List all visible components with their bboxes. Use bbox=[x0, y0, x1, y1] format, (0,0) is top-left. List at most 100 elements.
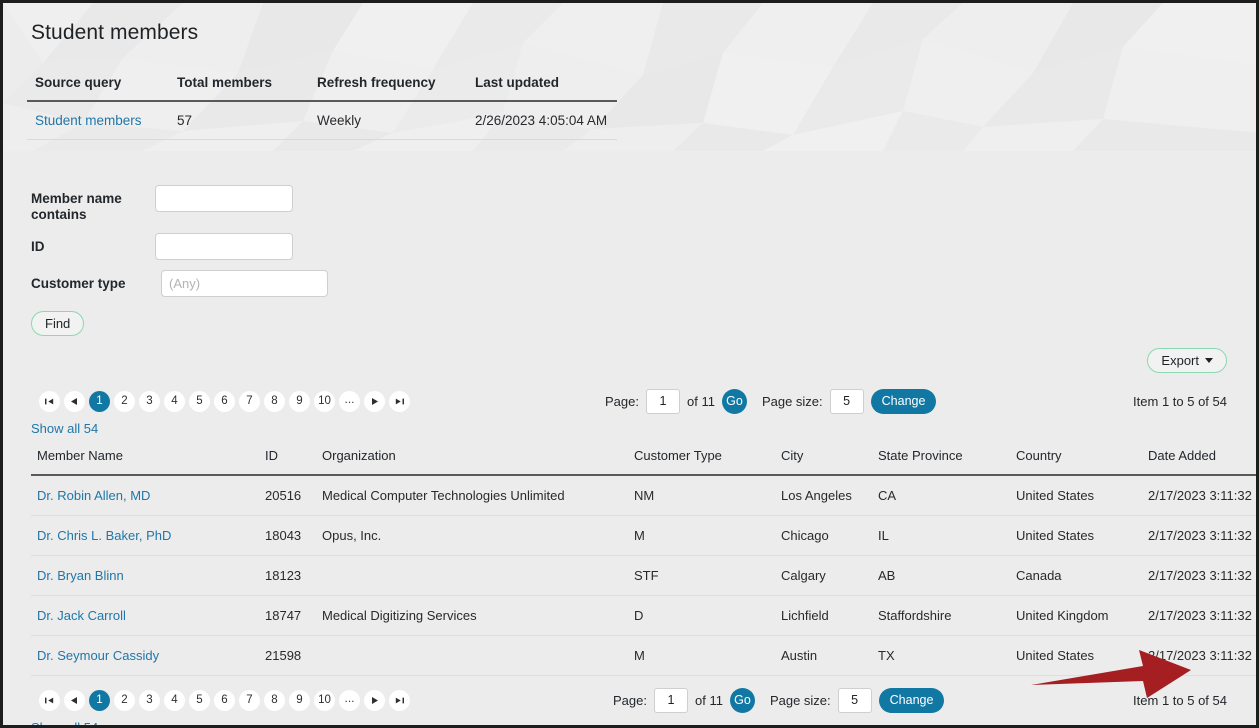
member-name-link[interactable]: Dr. Bryan Blinn bbox=[37, 568, 124, 583]
column-header-state-province[interactable]: State Province bbox=[872, 448, 1010, 476]
go-button-bottom[interactable]: Go bbox=[729, 687, 755, 713]
page-size-input[interactable] bbox=[829, 388, 864, 414]
page-title: Student members bbox=[31, 21, 199, 44]
page-button-8[interactable]: 8 bbox=[264, 390, 285, 412]
cell-country: United Kingdom bbox=[1010, 595, 1142, 636]
page-button-6[interactable]: 6 bbox=[214, 390, 235, 412]
cell-city: Calgary bbox=[775, 555, 872, 596]
summary-header-refresh-frequency: Refresh frequency bbox=[309, 71, 467, 102]
page-button-10-bottom[interactable]: 10 bbox=[314, 689, 335, 711]
source-query-link[interactable]: Student members bbox=[35, 113, 142, 128]
show-all-link-top[interactable]: Show all 54 bbox=[31, 421, 98, 436]
show-all-row-top: Show all 54 bbox=[31, 421, 1228, 436]
column-header-member-name[interactable]: Member Name bbox=[31, 448, 259, 476]
summary-header-source-query: Source query bbox=[27, 71, 169, 102]
member-name-link[interactable]: Dr. Seymour Cassidy bbox=[37, 648, 159, 663]
page-button-8-bottom[interactable]: 8 bbox=[264, 689, 285, 711]
page-button-4[interactable]: 4 bbox=[164, 390, 185, 412]
column-header-customer-type[interactable]: Customer Type bbox=[628, 448, 775, 476]
member-name-input[interactable] bbox=[155, 185, 293, 212]
go-button[interactable]: Go bbox=[721, 388, 747, 414]
column-header-city[interactable]: City bbox=[775, 448, 872, 476]
page-button-3[interactable]: 3 bbox=[139, 390, 160, 412]
show-all-row-bottom: Show all 54 bbox=[31, 720, 1228, 725]
cell-country: United States bbox=[1010, 635, 1142, 676]
page-size-input-bottom[interactable] bbox=[837, 687, 872, 713]
cell-state-province: AB bbox=[872, 555, 1010, 596]
page-number-input[interactable] bbox=[645, 388, 680, 414]
page-button-1[interactable]: 1 bbox=[89, 390, 110, 412]
first-page-icon bbox=[45, 697, 54, 703]
page-button-4-bottom[interactable]: 4 bbox=[164, 689, 185, 711]
cell-id: 20516 bbox=[259, 475, 316, 516]
next-page-button[interactable] bbox=[364, 390, 385, 412]
summary-header-row: Source query Total members Refresh frequ… bbox=[27, 71, 617, 102]
cell-city: Chicago bbox=[775, 515, 872, 556]
last-page-button-bottom[interactable] bbox=[389, 689, 410, 711]
previous-page-button[interactable] bbox=[64, 390, 85, 412]
previous-page-button-bottom[interactable] bbox=[64, 689, 85, 711]
page-button-10[interactable]: 10 bbox=[314, 390, 335, 412]
chevron-down-icon bbox=[1205, 358, 1213, 363]
summary-cell-refresh-frequency: Weekly bbox=[309, 101, 467, 140]
id-input[interactable] bbox=[155, 233, 293, 260]
cell-state-province: IL bbox=[872, 515, 1010, 556]
customer-type-input[interactable] bbox=[161, 270, 328, 297]
export-button[interactable]: Export bbox=[1147, 348, 1227, 373]
page-button-9-bottom[interactable]: 9 bbox=[289, 689, 310, 711]
table-row: Dr. Bryan Blinn 18123 STF Calgary AB Can… bbox=[31, 555, 1256, 596]
page-button-3-bottom[interactable]: 3 bbox=[139, 689, 160, 711]
page-button-7-bottom[interactable]: 7 bbox=[239, 689, 260, 711]
table-row: Dr. Robin Allen, MD 20516 Medical Comput… bbox=[31, 475, 1256, 516]
cell-country: Canada bbox=[1010, 555, 1142, 596]
cell-member-name: Dr. Robin Allen, MD bbox=[31, 475, 259, 516]
member-name-link[interactable]: Dr. Robin Allen, MD bbox=[37, 488, 150, 503]
cell-customer-type: STF bbox=[628, 555, 775, 596]
show-all-link-bottom[interactable]: Show all 54 bbox=[31, 720, 98, 725]
pager-top-controls: Page: of 11 Go Page size: Change bbox=[605, 388, 937, 414]
summary-row: Student members 57 Weekly 2/26/2023 4:05… bbox=[27, 101, 617, 140]
page-button-7[interactable]: 7 bbox=[239, 390, 260, 412]
page-total-label-bottom: of 11 bbox=[694, 692, 723, 708]
cell-member-name: Dr. Jack Carroll bbox=[31, 595, 259, 636]
table-row: Dr. Seymour Cassidy 21598 M Austin TX Un… bbox=[31, 635, 1256, 676]
cell-organization: Medical Computer Technologies Unlimited bbox=[316, 475, 628, 516]
first-page-button-bottom[interactable] bbox=[39, 689, 60, 711]
page-button-5[interactable]: 5 bbox=[189, 390, 210, 412]
next-page-icon bbox=[372, 696, 378, 704]
next-page-button-bottom[interactable] bbox=[364, 689, 385, 711]
page-button-2[interactable]: 2 bbox=[114, 390, 135, 412]
cell-date-added: 2/17/2023 3:11:32 PM bbox=[1142, 555, 1256, 596]
page-button-1-bottom[interactable]: 1 bbox=[89, 689, 110, 711]
column-header-organization[interactable]: Organization bbox=[316, 448, 628, 476]
cell-customer-type: NM bbox=[628, 475, 775, 516]
cell-date-added: 2/17/2023 3:11:32 PM bbox=[1142, 635, 1256, 676]
page-button-9[interactable]: 9 bbox=[289, 390, 310, 412]
previous-page-icon bbox=[71, 397, 77, 405]
cell-customer-type: M bbox=[628, 635, 775, 676]
last-page-button[interactable] bbox=[389, 390, 410, 412]
summary-cell-source-query: Student members bbox=[27, 101, 169, 140]
cell-id: 18043 bbox=[259, 515, 316, 556]
summary-header-last-updated: Last updated bbox=[467, 71, 617, 102]
page-button-5-bottom[interactable]: 5 bbox=[189, 689, 210, 711]
first-page-button[interactable] bbox=[39, 390, 60, 412]
cell-state-province: Staffordshire bbox=[872, 595, 1010, 636]
table-row: Dr. Jack Carroll 18747 Medical Digitizin… bbox=[31, 595, 1256, 636]
find-button[interactable]: Find bbox=[31, 311, 85, 336]
page-number-input-bottom[interactable] bbox=[653, 687, 688, 713]
pager-top: 1 2 3 4 5 6 7 8 9 10 ... Page: 1 of 11 G… bbox=[31, 386, 1228, 416]
member-name-link[interactable]: Dr. Chris L. Baker, PhD bbox=[37, 528, 171, 543]
member-name-label: Member name contains bbox=[31, 191, 122, 222]
member-name-link[interactable]: Dr. Jack Carroll bbox=[37, 608, 126, 623]
item-count-label-top: Item 1 to 5 of 54 bbox=[1133, 393, 1227, 409]
column-header-id[interactable]: ID bbox=[259, 448, 316, 476]
cell-date-added: 2/17/2023 3:11:32 PM bbox=[1142, 515, 1256, 556]
page-button-2-bottom[interactable]: 2 bbox=[114, 689, 135, 711]
change-page-size-button-bottom[interactable]: Change bbox=[878, 687, 945, 713]
change-page-size-button[interactable]: Change bbox=[870, 388, 937, 414]
column-header-date-added[interactable]: Date Added bbox=[1142, 448, 1256, 476]
pager-bottom-buttons: 1 2 3 4 5 6 7 8 9 10 ... bbox=[39, 689, 410, 711]
column-header-country[interactable]: Country bbox=[1010, 448, 1142, 476]
page-button-6-bottom[interactable]: 6 bbox=[214, 689, 235, 711]
